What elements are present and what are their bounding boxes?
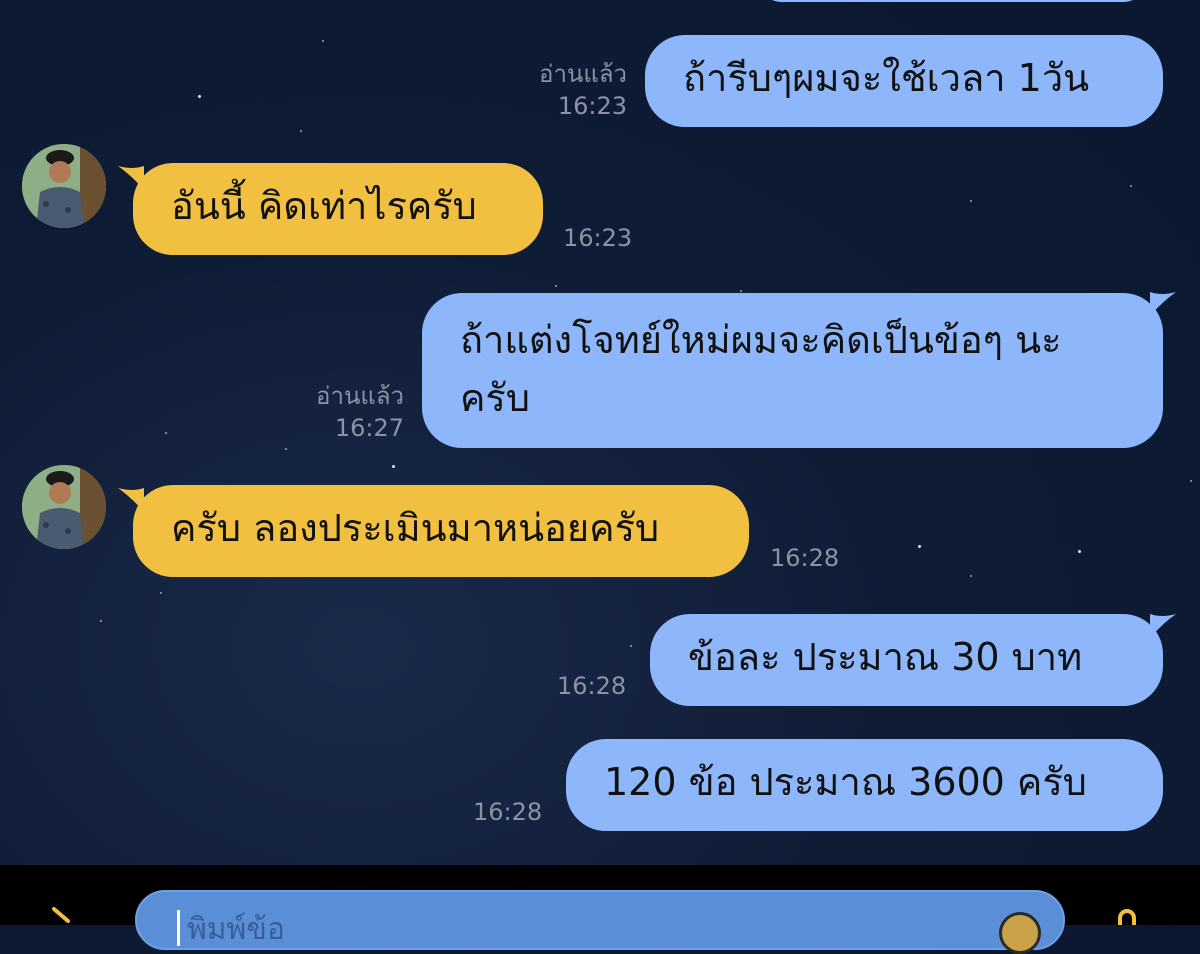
message-time: 16:28 <box>770 544 840 572</box>
message-bubble-received[interactable]: ครับ ลองประเมินมาหน่อยครับ <box>133 485 749 577</box>
message-text-line: ถ้าแต่งโจทย์ใหม่ผมจะคิดเป็นข้อๆ นะ <box>460 318 1062 362</box>
star <box>392 465 395 468</box>
star <box>970 575 972 577</box>
message-input-bar: พิมพ์ข้อ <box>0 865 1200 954</box>
star <box>285 448 287 450</box>
message-text: อันนี้ คิดเท่าไรครับ <box>171 184 477 228</box>
message-time: 16:28 <box>473 798 543 826</box>
message-meta: อ่านแล้ว 16:23 <box>505 58 627 122</box>
message-text: ถ้ารีบๆผมจะใช้เวลา 1วัน <box>683 56 1090 100</box>
star <box>165 432 167 434</box>
star <box>918 545 921 548</box>
star <box>555 285 557 287</box>
chat-area[interactable]: อ่านแล้ว 16:23 ถ้ารีบๆผมจะใช้เวลา 1วัน อ… <box>0 0 1200 865</box>
read-receipt: อ่านแล้ว <box>316 382 404 410</box>
star <box>1078 550 1081 553</box>
star <box>1190 480 1192 482</box>
message-meta: อ่านแล้ว 16:27 <box>282 380 404 444</box>
star <box>100 620 102 622</box>
avatar-image <box>22 144 106 228</box>
message-bubble-sent[interactable]: ข้อละ ประมาณ 30 บาท <box>650 614 1163 706</box>
star <box>740 290 742 292</box>
microphone-icon[interactable] <box>1112 909 1142 925</box>
message-text: ครับ ลองประเมินมาหน่อยครับ <box>171 506 660 550</box>
message-bubble-received[interactable]: อันนี้ คิดเท่าไรครับ <box>133 163 543 255</box>
star <box>1130 185 1132 187</box>
message-time: 16:23 <box>563 224 633 252</box>
message-time: 16:27 <box>334 414 404 442</box>
input-placeholder: พิมพ์ข้อ <box>187 912 285 947</box>
message-bubble-sent[interactable]: ถ้ารีบๆผมจะใช้เวลา 1วัน <box>645 35 1163 127</box>
sticker-icon[interactable] <box>999 912 1041 954</box>
message-bubble-sent[interactable]: 120 ข้อ ประมาณ 3600 ครับ <box>566 739 1163 831</box>
message-bubble-partial[interactable] <box>760 0 1145 2</box>
message-input[interactable]: พิมพ์ข้อ <box>135 890 1065 954</box>
avatar[interactable] <box>22 144 106 228</box>
star <box>630 645 632 647</box>
message-bubble-sent[interactable]: ถ้าแต่งโจทย์ใหม่ผมจะคิดเป็นข้อๆ นะ ครับ <box>422 293 1163 448</box>
star <box>300 130 302 132</box>
star <box>322 40 324 42</box>
message-time: 16:23 <box>557 92 627 120</box>
star <box>198 95 201 98</box>
message-time: 16:28 <box>557 672 627 700</box>
text-caret <box>177 910 180 946</box>
chevron-right-icon[interactable] <box>46 907 76 925</box>
read-receipt: อ่านแล้ว <box>539 60 627 88</box>
message-text: 120 ข้อ ประมาณ 3600 ครับ <box>604 760 1087 804</box>
star <box>160 592 162 594</box>
message-text-line: ครับ <box>460 376 530 420</box>
message-text: ข้อละ ประมาณ 30 บาท <box>688 635 1083 679</box>
avatar-image <box>22 465 106 549</box>
avatar[interactable] <box>22 465 106 549</box>
star <box>970 200 972 202</box>
